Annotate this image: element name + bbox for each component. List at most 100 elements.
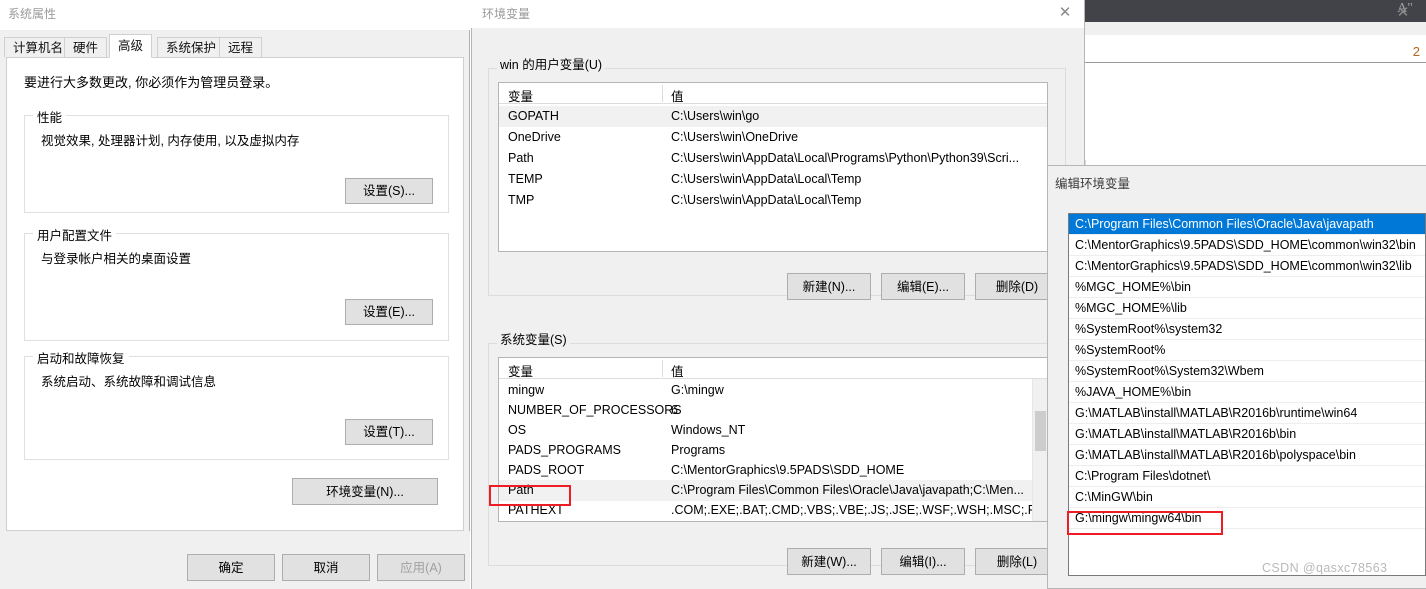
user-variables-header: 变量 值 xyxy=(499,83,1047,104)
system-properties-title: 系统属性 xyxy=(8,7,57,21)
environment-variables-button[interactable]: 环境变量(N)... xyxy=(292,478,438,505)
system-variables-group-label: 系统变量(S) xyxy=(497,329,570,348)
startup-recovery-settings-button[interactable]: 设置(T)... xyxy=(345,419,433,445)
variable-name: PADS_ROOT xyxy=(508,463,585,477)
cancel-button[interactable]: 取消 xyxy=(282,554,370,581)
variable-name: TEMP xyxy=(508,172,543,186)
list-item[interactable]: %SystemRoot%\system32 xyxy=(1069,319,1425,340)
path-entry: C:\MentorGraphics\9.5PADS\SDD_HOME\commo… xyxy=(1075,238,1416,252)
variable-value: Windows_NT xyxy=(671,423,746,437)
variable-value: 6 xyxy=(671,403,678,417)
path-entry: C:\Program Files\Common Files\Oracle\Jav… xyxy=(1075,217,1374,231)
table-row[interactable]: GOPATH C:\Users\win\go xyxy=(499,106,1047,127)
path-entry: %SystemRoot% xyxy=(1075,343,1166,357)
table-row[interactable]: NUMBER_OF_PROCESSORS 6 xyxy=(499,400,1047,421)
system-new-button[interactable]: 新建(W)... xyxy=(787,548,871,575)
table-row[interactable]: Path C:\Users\win\AppData\Local\Programs… xyxy=(499,148,1047,169)
close-icon[interactable]: ✕ xyxy=(1052,2,1078,24)
variable-value: C:\Users\win\go xyxy=(671,109,760,123)
path-entry: C:\MinGW\bin xyxy=(1075,490,1153,504)
user-variables-listbox[interactable]: 变量 值 GOPATH C:\Users\win\go OneDrive C:\… xyxy=(498,82,1048,252)
edit-environment-variable-title: 编辑环境变量 xyxy=(1055,177,1131,191)
system-variables-header-value: 值 xyxy=(671,365,684,379)
variable-value: C:\Users\win\AppData\Local\Temp xyxy=(671,193,862,207)
performance-settings-button[interactable]: 设置(S)... xyxy=(345,178,433,204)
tab-computer-name[interactable]: 计算机名 xyxy=(4,37,73,57)
list-item[interactable]: G:\mingw\mingw64\bin xyxy=(1069,508,1425,529)
list-item[interactable]: %JAVA_HOME%\bin xyxy=(1069,382,1425,403)
user-variables-header-value: 值 xyxy=(671,90,684,104)
background-window-titlebar: A" xyxy=(1085,0,1426,22)
list-item[interactable]: C:\Program Files\Common Files\Oracle\Jav… xyxy=(1069,214,1425,235)
variable-name: PATHEXT xyxy=(508,503,564,517)
user-profiles-settings-button[interactable]: 设置(E)... xyxy=(345,299,433,325)
variable-name: NUMBER_OF_PROCESSORS xyxy=(508,403,682,417)
background-window-row xyxy=(1085,40,1426,63)
user-profiles-group-description: 与登录帐户相关的桌面设置 xyxy=(41,252,192,266)
table-row[interactable]: Path C:\Program Files\Common Files\Oracl… xyxy=(499,480,1047,501)
variable-name: OneDrive xyxy=(508,130,561,144)
ok-button[interactable]: 确定 xyxy=(187,554,275,581)
column-divider xyxy=(662,85,663,102)
variable-name: Path xyxy=(508,151,534,165)
startup-recovery-group-description: 系统启动、系统故障和调试信息 xyxy=(41,375,217,389)
environment-variables-titlebar xyxy=(471,0,1084,28)
path-entries-listbox[interactable]: C:\Program Files\Common Files\Oracle\Jav… xyxy=(1068,213,1426,576)
variable-name: OS xyxy=(508,423,527,437)
performance-group: 性能 视觉效果, 处理器计划, 内存使用, 以及虚拟内存 设置(S)... xyxy=(24,107,449,213)
system-variables-listbox[interactable]: 变量 值 mingw G:\mingw NUMBER_OF_PROCESSORS… xyxy=(498,357,1048,522)
system-variables-scrollbar[interactable] xyxy=(1032,379,1047,521)
path-entry: G:\MATLAB\install\MATLAB\R2016b\runtime\… xyxy=(1075,406,1358,420)
system-edit-button[interactable]: 编辑(I)... xyxy=(881,548,965,575)
list-item[interactable]: %MGC_HOME%\bin xyxy=(1069,277,1425,298)
table-row[interactable]: TMP C:\Users\win\AppData\Local\Temp xyxy=(499,190,1047,211)
variable-name: mingw xyxy=(508,383,545,397)
user-edit-button[interactable]: 编辑(E)... xyxy=(881,273,965,300)
variable-name: PADS_PROGRAMS xyxy=(508,443,621,457)
table-row[interactable]: OS Windows_NT xyxy=(499,420,1047,441)
list-item[interactable]: G:\MATLAB\install\MATLAB\R2016b\polyspac… xyxy=(1069,445,1425,466)
column-divider xyxy=(662,360,663,377)
variable-value: C:\Users\win\AppData\Local\Temp xyxy=(671,172,862,186)
variable-value: C:\Program Files\Common Files\Oracle\Jav… xyxy=(671,483,1024,497)
list-item[interactable]: G:\MATLAB\install\MATLAB\R2016b\bin xyxy=(1069,424,1425,445)
table-row[interactable]: PADS_ROOT C:\MentorGraphics\9.5PADS\SDD_… xyxy=(499,460,1047,481)
system-variables-header: 变量 值 xyxy=(499,358,1047,379)
background-window-subbar xyxy=(1085,22,1426,36)
path-entry: %MGC_HOME%\lib xyxy=(1075,301,1187,315)
table-row[interactable]: TEMP C:\Users\win\AppData\Local\Temp xyxy=(499,169,1047,190)
path-entry: %JAVA_HOME%\bin xyxy=(1075,385,1192,399)
variable-value: .COM;.EXE;.BAT;.CMD;.VBS;.VBE;.JS;.JSE;.… xyxy=(671,503,1048,517)
tab-advanced[interactable]: 高级 xyxy=(109,34,153,58)
startup-recovery-group: 启动和故障恢复 系统启动、系统故障和调试信息 设置(T)... xyxy=(24,348,449,460)
table-row[interactable]: PADS_PROGRAMS Programs xyxy=(499,440,1047,461)
variable-value: C:\Users\win\AppData\Local\Programs\Pyth… xyxy=(671,151,1020,165)
background-window-row-number: 2 xyxy=(1412,44,1420,59)
list-item[interactable]: C:\Program Files\dotnet\ xyxy=(1069,466,1425,487)
path-entry: C:\Program Files\dotnet\ xyxy=(1075,469,1211,483)
list-item[interactable]: C:\MinGW\bin xyxy=(1069,487,1425,508)
table-row[interactable]: PATHEXT .COM;.EXE;.BAT;.CMD;.VBS;.VBE;.J… xyxy=(499,500,1047,521)
user-variables-group-label: win 的用户变量(U) xyxy=(497,54,606,73)
tab-hardware[interactable]: 硬件 xyxy=(64,37,108,57)
variable-value: C:\MentorGraphics\9.5PADS\SDD_HOME xyxy=(671,463,905,477)
user-new-button[interactable]: 新建(N)... xyxy=(787,273,871,300)
path-entry: C:\MentorGraphics\9.5PADS\SDD_HOME\commo… xyxy=(1075,259,1412,273)
list-item[interactable]: C:\MentorGraphics\9.5PADS\SDD_HOME\commo… xyxy=(1069,256,1425,277)
path-entry: G:\mingw\mingw64\bin xyxy=(1075,511,1202,525)
tab-remote[interactable]: 远程 xyxy=(219,37,263,57)
list-item[interactable]: %SystemRoot%\System32\Wbem xyxy=(1069,361,1425,382)
performance-group-description: 视觉效果, 处理器计划, 内存使用, 以及虚拟内存 xyxy=(41,134,300,148)
list-item[interactable]: C:\MentorGraphics\9.5PADS\SDD_HOME\commo… xyxy=(1069,235,1425,256)
list-item[interactable]: %SystemRoot% xyxy=(1069,340,1425,361)
list-item[interactable]: G:\MATLAB\install\MATLAB\R2016b\runtime\… xyxy=(1069,403,1425,424)
path-entry: G:\MATLAB\install\MATLAB\R2016b\bin xyxy=(1075,427,1297,441)
list-item[interactable]: %MGC_HOME%\lib xyxy=(1069,298,1425,319)
table-row[interactable]: mingw G:\mingw xyxy=(499,380,1047,401)
path-entry: %MGC_HOME%\bin xyxy=(1075,280,1191,294)
table-row[interactable]: OneDrive C:\Users\win\OneDrive xyxy=(499,127,1047,148)
close-icon[interactable]: ✕ xyxy=(1390,2,1416,24)
system-properties-tabstrip: 计算机名 硬件 高级 系统保护 远程 xyxy=(0,34,470,58)
tab-system-protection[interactable]: 系统保护 xyxy=(157,37,226,57)
scrollbar-thumb[interactable] xyxy=(1035,411,1046,451)
